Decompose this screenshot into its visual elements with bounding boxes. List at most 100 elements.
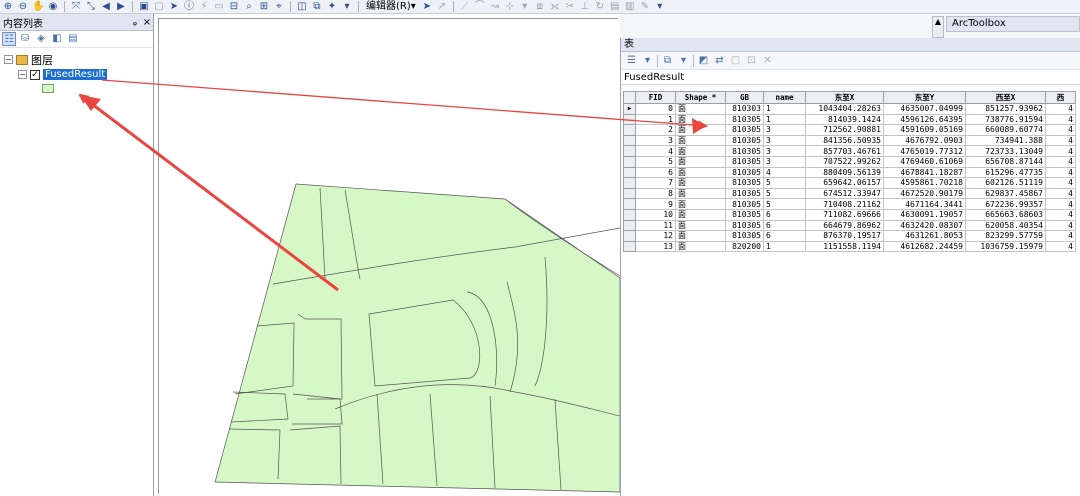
zoom-out-icon[interactable]: ⊖ [17,1,29,13]
table-cell[interactable]: 810305 [725,113,764,126]
table-row[interactable]: 12 面 810305 6 876370.19517 4631261.8053 823299… [623,230,1076,242]
row-selector-header[interactable] [623,91,636,104]
table-cell[interactable]: 面 [675,187,726,200]
table-cell[interactable]: 4 [1045,155,1076,168]
current-row-indicator[interactable]: ▶ [623,103,636,115]
table-row[interactable]: 2 面 810305 3 712562.90881 4591609.05169 660089… [623,124,1076,136]
pan-icon[interactable]: ✋ [32,1,44,13]
table-cell[interactable]: 602126.51119 [965,177,1046,189]
table-row[interactable]: 7 面 810305 5 659642.06157 4595861.70218 602126… [623,177,1076,189]
row-selector[interactable] [623,219,636,232]
table-cell[interactable]: 810305 [725,219,764,232]
toolbar-overflow-icon[interactable]: ▾ [341,1,353,13]
table-cell[interactable]: 4612682.24459 [883,240,966,253]
route-icon[interactable]: ⊞ [258,1,270,13]
table-cell[interactable]: 4 [1045,219,1076,232]
table-cell[interactable]: 810305 [725,208,764,221]
delete-selected-icon[interactable]: ✕ [761,54,774,67]
table-row[interactable]: 9 面 810305 5 710408.21162 4671164.3441 672236.… [623,198,1076,210]
list-by-source-icon[interactable]: ⛁ [18,32,32,46]
table-cell[interactable]: 810303 [725,103,764,115]
table-cell[interactable]: 810305 [725,230,764,242]
table-cell[interactable]: 0 [635,103,676,115]
table-cell[interactable]: 851257.93962 [965,103,1046,115]
table-cell[interactable]: 857703.46761 [805,145,884,157]
select-features-icon[interactable]: ▣ [138,1,150,13]
table-cell[interactable]: 4595861.70218 [883,177,966,189]
clear-selection-icon[interactable]: ▢ [729,54,742,67]
toolbar-overflow-icon[interactable]: ▾ [654,1,666,13]
find-icon[interactable]: ⌕ [243,1,255,13]
table-cell[interactable]: 7 [635,177,676,189]
collapse-icon[interactable]: − [4,55,13,64]
layer-name[interactable]: FusedResult [43,69,108,80]
table-cell[interactable]: 面 [675,208,726,221]
time-slider-icon[interactable]: ◫ [296,1,308,13]
table-cell[interactable]: 面 [675,155,726,168]
table-cell[interactable]: 674512.33947 [805,187,884,200]
table-cell[interactable]: 4 [1045,177,1076,189]
table-cell[interactable]: 1 [635,113,676,126]
row-selector[interactable] [623,198,636,210]
table-cell[interactable]: 880409.56139 [805,166,884,179]
table-cell[interactable]: 4 [1045,124,1076,136]
fixed-zoom-in-icon[interactable]: ⤧ [70,1,82,13]
layer-visibility-checkbox[interactable]: ✓ [30,69,40,80]
full-extent-icon[interactable]: ◉ [47,1,59,13]
row-selector[interactable] [623,124,636,136]
table-cell[interactable]: 6 [763,230,806,242]
table-cell[interactable]: 面 [675,113,726,126]
table-cell[interactable]: 810305 [725,134,764,147]
table-cell[interactable]: 4630091.19057 [883,208,966,221]
hyperlink-icon[interactable]: ⚡ [198,1,210,13]
table-cell[interactable]: 4632420.08307 [883,219,966,232]
table-row[interactable]: 3 面 810305 3 841356.50935 4676792.0903 734941.… [623,134,1076,147]
table-row[interactable]: 5 面 810305 3 707522.99262 4769460.61069 656708… [623,155,1076,168]
select-elements-icon[interactable]: ➤ [168,1,180,13]
table-cell[interactable]: 4 [1045,113,1076,126]
row-selector[interactable] [623,166,636,179]
table-cell[interactable]: 712562.90881 [805,124,884,136]
related-tables-icon[interactable]: ⧉ [661,54,674,67]
html-popup-icon[interactable]: ▭ [213,1,225,13]
table-cell[interactable]: 4 [1045,240,1076,253]
table-cell[interactable]: 810305 [725,145,764,157]
column-header[interactable]: Shape * [675,91,726,104]
edit-annotation-icon[interactable]: ↗ [436,1,448,13]
table-cell[interactable]: 3 [635,134,676,147]
table-cell[interactable]: 4 [635,145,676,157]
table-cell[interactable]: 4 [1045,230,1076,242]
table-cell[interactable]: 1 [763,240,806,253]
editor-menu[interactable]: 编辑器(R)▾ [364,1,418,13]
zoom-in-icon[interactable]: ⊕ [2,1,14,13]
edit-tool-icon[interactable]: ➤ [421,1,433,13]
table-cell[interactable]: 5 [763,187,806,200]
row-selector[interactable] [623,230,636,242]
table-cell[interactable]: 5 [635,155,676,168]
table-row[interactable]: ▶ 0 面 810303 1 1043404.28263 4635007.04999 8512… [623,103,1076,115]
column-header[interactable]: 西至X [965,91,1046,104]
dropdown-icon[interactable]: ▾ [641,54,654,67]
edit-vertices-icon[interactable]: ⧈ [534,1,546,13]
table-cell[interactable]: 814039.1424 [805,113,884,126]
table-cell[interactable]: 6 [635,166,676,179]
table-cell[interactable]: 615296.47735 [965,166,1046,179]
table-cell[interactable]: 4 [1045,198,1076,210]
table-cell[interactable]: 620058.40354 [965,219,1046,232]
table-options-icon[interactable]: ☰ [625,54,638,67]
table-cell[interactable]: 4631261.8053 [883,230,966,242]
table-cell[interactable]: 面 [675,240,726,253]
layer-symbol-swatch[interactable] [42,84,54,93]
list-by-drawing-order-icon[interactable]: ☷ [2,32,16,46]
table-cell[interactable]: 738776.91594 [965,113,1046,126]
arctoolbox-title[interactable]: ArcToolbox [946,16,1080,32]
table-row[interactable]: 6 面 810305 4 880409.56139 4678841.18287 615296… [623,166,1076,179]
column-header[interactable]: 东至Y [883,91,966,104]
attributes-icon[interactable]: ▤ [609,1,621,13]
table-cell[interactable]: 707522.99262 [805,155,884,168]
table-cell[interactable]: 8 [635,187,676,200]
table-cell[interactable]: 面 [675,166,726,179]
swipe-icon[interactable]: ✦ [326,1,338,13]
table-cell[interactable]: 面 [675,134,726,147]
table-cell[interactable]: 面 [675,219,726,232]
